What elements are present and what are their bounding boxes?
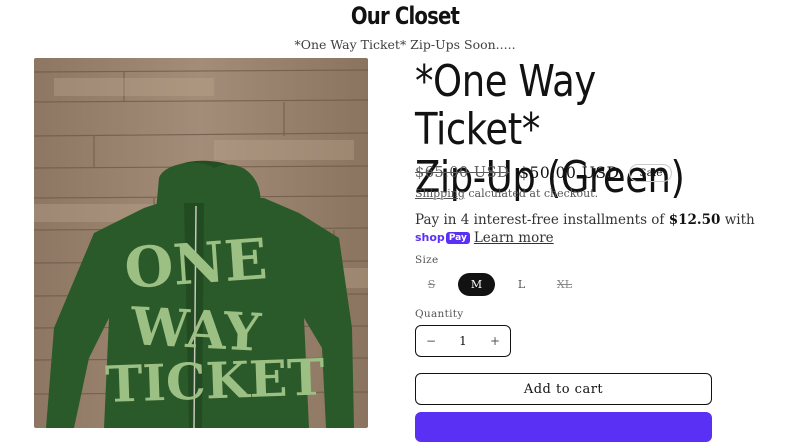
- size-option-l[interactable]: L: [505, 273, 538, 296]
- increment-button[interactable]: +: [480, 334, 510, 348]
- product-title-line1: *One Way Ticket*: [415, 56, 596, 155]
- shipping-link[interactable]: Shipping: [415, 187, 465, 200]
- price-row: $65.00 USD $50.00 USD Sale: [415, 164, 673, 182]
- sale-badge: Sale: [629, 164, 673, 182]
- add-to-cart-button[interactable]: Add to cart: [415, 373, 712, 405]
- svg-text:TICKET: TICKET: [104, 347, 325, 414]
- quantity-input[interactable]: 1: [448, 334, 478, 348]
- announcement-bar: *One Way Ticket* Zip-Ups Soon.....: [294, 37, 516, 52]
- sale-price: $50.00 USD: [519, 164, 620, 182]
- shipping-note: Shipping calculated at checkout.: [415, 187, 598, 200]
- size-option-xl[interactable]: XL: [548, 273, 581, 296]
- shipping-text: calculated at checkout.: [468, 187, 599, 200]
- size-label: Size: [415, 254, 439, 266]
- original-price: $65.00 USD: [415, 165, 510, 181]
- decrement-button[interactable]: −: [416, 334, 446, 348]
- store-title[interactable]: Our Closet: [73, 2, 737, 30]
- installment-amount: $12.50: [668, 212, 721, 228]
- size-option-m[interactable]: M: [458, 273, 495, 296]
- quantity-label: Quantity: [415, 308, 464, 320]
- product-image[interactable]: ONE WAY TICKET: [34, 58, 368, 428]
- learn-more-link[interactable]: Learn more: [474, 229, 554, 247]
- size-selector: S M L XL: [415, 273, 591, 296]
- shop-pay-logo-icon: shop Pay: [415, 229, 470, 247]
- buy-with-shop-pay-button[interactable]: [415, 412, 712, 442]
- installments-info: Pay in 4 interest-free installments of $…: [415, 211, 755, 247]
- installments-text: Pay in 4 interest-free installments of: [415, 212, 665, 228]
- svg-text:ONE: ONE: [122, 226, 269, 302]
- installments-suffix: with: [724, 212, 755, 228]
- size-option-s[interactable]: S: [415, 273, 448, 296]
- quantity-stepper: − 1 +: [415, 325, 511, 357]
